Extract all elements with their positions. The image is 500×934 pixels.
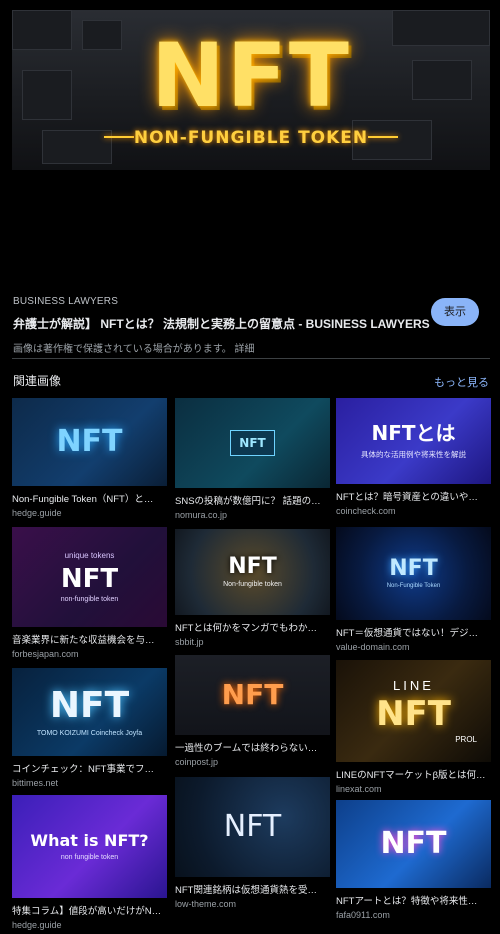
thumbnail-text: NFT xyxy=(376,694,451,734)
related-card[interactable]: NFTとは 具体的な活用例や将来性を解説 NFTとは？暗号資産との違いや… co… xyxy=(336,398,491,516)
related-thumbnail[interactable]: unique tokens NFT non-fungible token xyxy=(12,527,167,627)
thumbnail-text: NFT xyxy=(221,678,284,711)
related-card[interactable]: unique tokens NFT non-fungible token 音楽業… xyxy=(12,527,167,659)
related-domain: hedge.guide xyxy=(12,508,62,518)
related-title[interactable]: 一過性のブームでは終わらない… xyxy=(175,740,330,754)
thumbnail-subtext: 具体的な活用例や将来性を解説 xyxy=(361,449,466,459)
related-title[interactable]: LINEのNFTマーケットβ版とは何… xyxy=(336,767,491,781)
related-card[interactable]: NFT Non-fungible token NFTとは何かをマンガでもわか… … xyxy=(175,529,330,647)
thumbnail-subtext: Non-fungible token xyxy=(223,581,282,588)
related-card[interactable]: NFT NFT関連銘柄は仮想通貨熱を受… low-theme.com xyxy=(175,777,330,909)
thumbnail-subtext: non fungible token xyxy=(60,853,119,861)
source-name[interactable]: BUSINESS LAWYERS xyxy=(13,296,118,307)
copyright-note: 画像は著作権で保護されている場合があります。 詳細 xyxy=(13,340,254,355)
copyright-text: 画像は著作権で保護されている場合があります。 xyxy=(13,344,232,355)
thumbnail-top-text: unique tokens xyxy=(64,551,115,560)
related-domain: value-domain.com xyxy=(336,642,410,652)
related-thumbnail[interactable]: NFT xyxy=(175,398,330,488)
related-domain: coinpost.jp xyxy=(175,757,219,767)
related-thumbnail[interactable]: What is NFT? non fungible token xyxy=(12,795,167,898)
related-title[interactable]: Non-Fungible Token（NFT）と… xyxy=(12,491,167,505)
related-thumbnail[interactable]: NFT xyxy=(336,800,491,888)
related-thumbnail[interactable]: NFTとは 具体的な活用例や将来性を解説 xyxy=(336,398,491,484)
related-thumbnail[interactable]: NFT Non-Fungible Token xyxy=(336,527,491,620)
related-domain: forbesjapan.com xyxy=(12,649,79,659)
related-thumbnail[interactable]: NFT xyxy=(175,777,330,877)
thumbnail-text: NFT xyxy=(389,556,438,581)
divider xyxy=(12,358,490,359)
related-card[interactable]: NFT NFTアートとは？特徴や将来性… fafa0911.com xyxy=(336,800,491,920)
thumbnail-text: What is NFT? xyxy=(30,830,149,850)
thumbnail-text: NFT xyxy=(49,684,130,726)
related-card[interactable]: NFT Non-Fungible Token（NFT）と… hedge.guid… xyxy=(12,398,167,518)
thumbnail-subtext: PROL xyxy=(455,735,477,744)
related-card[interactable]: NFT TOMO KOIZUMI Coincheck Joyfa コインチェック… xyxy=(12,668,167,788)
thumbnail-text: NFT xyxy=(56,424,123,459)
related-thumbnail[interactable]: NFT Non-fungible token xyxy=(175,529,330,615)
related-domain: fafa0911.com xyxy=(336,910,390,920)
thumbnail-text: NFTとは xyxy=(371,420,456,445)
preview-image-title: NFT xyxy=(151,24,351,127)
related-title[interactable]: 特集コラム】値段が高いだけがN… xyxy=(12,903,167,917)
related-card[interactable]: NFT Non-Fungible Token NFT＝仮想通貨ではない！デジ… … xyxy=(336,527,491,652)
related-thumbnail[interactable]: NFT xyxy=(12,398,167,486)
related-title[interactable]: NFTとは？暗号資産との違いや… xyxy=(336,489,491,503)
preview-image[interactable]: NFT NON-FUNGIBLE TOKEN xyxy=(12,10,490,170)
page-title-link[interactable]: 弁護士が解説】 NFTとは？ 法規制と実務上の留意点 - BUSINESS LA… xyxy=(13,315,430,332)
related-thumbnail[interactable]: LINE NFT PROL xyxy=(336,660,491,762)
related-domain: low-theme.com xyxy=(175,899,237,909)
related-card[interactable]: What is NFT? non fungible token 特集コラム】値段… xyxy=(12,795,167,930)
thumbnail-subtext: Non-Fungible Token xyxy=(386,583,441,589)
thumbnail-subtext: non-fungible token xyxy=(60,596,119,603)
related-title[interactable]: 音楽業界に新たな収益機会を与… xyxy=(12,632,167,646)
related-domain: sbbit.jp xyxy=(175,637,204,647)
related-title[interactable]: コインチェック：NFT事業でフ… xyxy=(12,761,167,775)
preview-image-subtitle: NON-FUNGIBLE TOKEN xyxy=(133,128,369,148)
visit-button[interactable]: 表示 xyxy=(431,298,479,326)
related-card[interactable]: NFT SNSの投稿が数億円に？ 話題の… nomura.co.jp xyxy=(175,398,330,520)
related-domain: nomura.co.jp xyxy=(175,510,228,520)
see-more-link[interactable]: もっと見る xyxy=(434,374,489,390)
related-thumbnail[interactable]: NFT xyxy=(175,655,330,735)
thumbnail-text: NFT xyxy=(380,826,447,861)
related-title[interactable]: NFTとは何かをマンガでもわか… xyxy=(175,620,330,634)
related-domain: bittimes.net xyxy=(12,778,59,788)
thumbnail-text: NFT xyxy=(223,809,282,844)
related-card[interactable]: NFT 一過性のブームでは終わらない… coinpost.jp xyxy=(175,655,330,767)
related-title[interactable]: NFT＝仮想通貨ではない！デジ… xyxy=(336,625,491,639)
related-thumbnail[interactable]: NFT TOMO KOIZUMI Coincheck Joyfa xyxy=(12,668,167,756)
related-domain: hedge.guide xyxy=(12,920,62,930)
thumbnail-text: NFT xyxy=(230,430,275,456)
thumbnail-top-text: LINE xyxy=(393,678,434,693)
thumbnail-text: NFT xyxy=(60,564,119,594)
related-domain: linexat.com xyxy=(336,784,382,794)
related-title[interactable]: SNSの投稿が数億円に？ 話題の… xyxy=(175,493,330,507)
related-title[interactable]: NFT関連銘柄は仮想通貨熱を受… xyxy=(175,882,330,896)
preview-image-container[interactable]: NFT NON-FUNGIBLE TOKEN xyxy=(12,10,490,284)
detail-link[interactable]: 詳細 xyxy=(234,344,254,355)
related-title[interactable]: NFTアートとは？特徴や将来性… xyxy=(336,893,491,907)
thumbnail-subtext: TOMO KOIZUMI Coincheck Joyfa xyxy=(36,729,143,737)
related-card[interactable]: LINE NFT PROL LINEのNFTマーケットβ版とは何… linexa… xyxy=(336,660,491,794)
related-domain: coincheck.com xyxy=(336,506,396,516)
thumbnail-text: NFT xyxy=(228,554,277,579)
related-images-heading: 関連画像 xyxy=(13,374,62,388)
